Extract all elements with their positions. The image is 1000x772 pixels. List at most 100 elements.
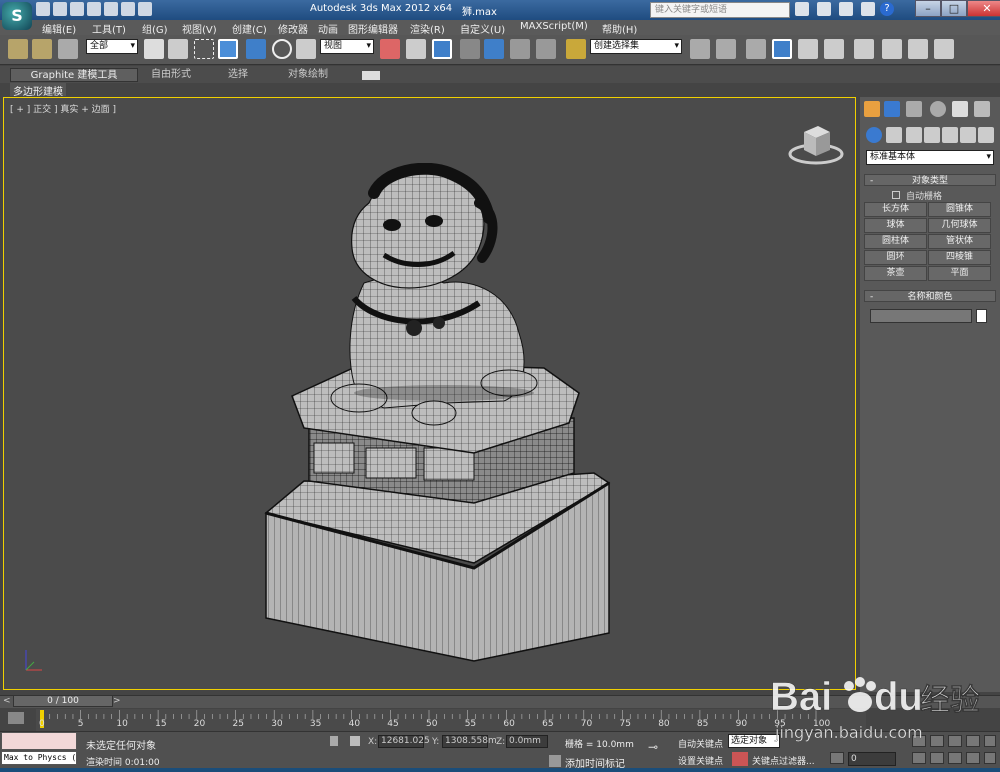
keyboard-shortcut-icon[interactable] bbox=[432, 39, 452, 59]
min-max-toggle-icon[interactable] bbox=[984, 752, 996, 764]
binoculars-icon[interactable] bbox=[795, 2, 809, 16]
link-icon[interactable] bbox=[8, 39, 28, 59]
new-file-icon[interactable] bbox=[36, 2, 50, 16]
viewport-orthographic[interactable]: [ + ] 正交 ] 真实 + 边面 ] bbox=[3, 97, 856, 690]
object-name-field[interactable] bbox=[870, 309, 972, 323]
rect-selection-icon[interactable] bbox=[194, 39, 214, 59]
pan-view-icon[interactable] bbox=[948, 752, 962, 764]
primitive-category-dropdown[interactable]: 标准基本体 bbox=[866, 150, 994, 165]
menu-views[interactable]: 视图(V) bbox=[182, 21, 217, 36]
spacewarps-icon[interactable] bbox=[960, 127, 976, 143]
close-button[interactable]: ✕ bbox=[967, 0, 1000, 17]
tab-object-paint[interactable]: 对象绘制 bbox=[288, 68, 328, 82]
curve-editor-icon[interactable] bbox=[798, 39, 818, 59]
y-coordinate-field[interactable]: 1308.558m bbox=[442, 735, 497, 748]
schematic-view-icon[interactable] bbox=[824, 39, 844, 59]
set-key-button[interactable]: 设置关键点 bbox=[678, 754, 723, 767]
window-crossing-icon[interactable] bbox=[218, 39, 238, 59]
select-by-name-icon[interactable] bbox=[168, 39, 188, 59]
pivot-center-icon[interactable] bbox=[380, 39, 400, 59]
mini-curve-editor-icon[interactable] bbox=[8, 712, 24, 724]
time-slider-next[interactable]: > bbox=[113, 696, 121, 706]
lion-statue-mesh[interactable] bbox=[244, 163, 624, 663]
autogrid-checkbox[interactable] bbox=[892, 191, 900, 199]
bind-spacewarp-icon[interactable] bbox=[58, 39, 78, 59]
key-filter-icon[interactable] bbox=[732, 752, 748, 766]
motion-tab-icon[interactable] bbox=[930, 101, 946, 117]
mirror-icon[interactable] bbox=[690, 39, 710, 59]
tab-graphite-modeling[interactable]: Graphite 建模工具 bbox=[10, 68, 138, 82]
object-type-rollout[interactable]: - 对象类型 bbox=[864, 174, 996, 186]
redo-dropdown-icon[interactable] bbox=[138, 2, 152, 16]
track-bar[interactable]: 0 5 10 15 20 25 30 35 40 45 50 55 60 65 70 75 80 85 90 95 10… bbox=[36, 709, 866, 731]
goto-start-icon[interactable] bbox=[830, 752, 844, 764]
select-object-icon[interactable] bbox=[144, 39, 164, 59]
time-slider-thumb[interactable]: 0 / 100 bbox=[13, 695, 113, 707]
name-color-rollout[interactable]: - 名称和颜色 bbox=[864, 290, 996, 302]
current-frame-field[interactable]: 0 bbox=[848, 752, 896, 766]
app-logo-icon[interactable]: S bbox=[2, 2, 32, 30]
geosphere-button[interactable]: 几何球体 bbox=[928, 218, 991, 233]
menu-rendering[interactable]: 渲染(R) bbox=[410, 21, 445, 36]
render-teapot-icon[interactable] bbox=[934, 39, 954, 59]
angle-snap-icon[interactable] bbox=[484, 39, 504, 59]
maxscript-output[interactable]: Max to Physcs ( bbox=[1, 751, 77, 765]
torus-button[interactable]: 圆环 bbox=[864, 250, 927, 265]
display-tab-icon[interactable] bbox=[952, 101, 968, 117]
time-config-icon[interactable] bbox=[912, 752, 926, 764]
key-filters-button[interactable]: 关键点过滤器... bbox=[752, 754, 815, 767]
maximize-button[interactable]: □ bbox=[941, 0, 967, 17]
geometry-icon[interactable] bbox=[866, 127, 882, 143]
tools-icon[interactable] bbox=[817, 2, 831, 16]
utilities-tab-icon[interactable] bbox=[974, 101, 990, 117]
plane-button[interactable]: 平面 bbox=[928, 266, 991, 281]
menu-help[interactable]: 帮助(H) bbox=[602, 21, 637, 36]
snap-toggle-icon[interactable] bbox=[460, 39, 480, 59]
menu-customize[interactable]: 自定义(U) bbox=[460, 21, 505, 36]
undo-dropdown-icon[interactable] bbox=[104, 2, 118, 16]
percent-snap-icon[interactable] bbox=[510, 39, 530, 59]
time-slider-prev[interactable]: < bbox=[3, 696, 11, 706]
selection-filter-dropdown[interactable]: 全部 bbox=[86, 39, 138, 54]
named-selection-dropdown[interactable]: 创建选择集 bbox=[590, 39, 682, 54]
cone-button[interactable]: 圆锥体 bbox=[928, 202, 991, 217]
teapot-button[interactable]: 茶壶 bbox=[864, 266, 927, 281]
systems-icon[interactable] bbox=[978, 127, 994, 143]
render-setup-icon[interactable] bbox=[882, 39, 902, 59]
select-manipulate-icon[interactable] bbox=[406, 39, 426, 59]
lock-selection-icon[interactable] bbox=[330, 736, 338, 746]
tab-polygon-modeling[interactable]: 多边形建模 bbox=[10, 83, 66, 98]
rendered-frame-icon[interactable] bbox=[908, 39, 928, 59]
modify-tab-icon[interactable] bbox=[884, 101, 900, 117]
redo-icon[interactable] bbox=[121, 2, 135, 16]
menu-tools[interactable]: 工具(T) bbox=[92, 21, 126, 36]
menu-group[interactable]: 组(G) bbox=[142, 21, 168, 36]
z-coordinate-field[interactable]: 0.0mm bbox=[506, 735, 548, 748]
open-file-icon[interactable] bbox=[53, 2, 67, 16]
select-rotate-icon[interactable] bbox=[272, 39, 292, 59]
material-editor-icon[interactable] bbox=[854, 39, 874, 59]
exchange-icon[interactable] bbox=[839, 2, 853, 16]
menu-edit[interactable]: 编辑(E) bbox=[42, 21, 76, 36]
field-of-view-icon[interactable] bbox=[930, 752, 944, 764]
ribbon-toggle-icon[interactable] bbox=[362, 71, 380, 80]
tab-selection[interactable]: 选择 bbox=[228, 68, 248, 82]
hierarchy-tab-icon[interactable] bbox=[906, 101, 922, 117]
save-file-icon[interactable] bbox=[70, 2, 84, 16]
menu-graph-editors[interactable]: 图形编辑器 bbox=[348, 21, 398, 36]
auto-key-button[interactable]: 自动关键点 bbox=[678, 737, 723, 750]
cameras-icon[interactable] bbox=[924, 127, 940, 143]
tube-button[interactable]: 管状体 bbox=[928, 234, 991, 249]
menu-create[interactable]: 创建(C) bbox=[232, 21, 267, 36]
time-tag-icon[interactable] bbox=[549, 755, 561, 767]
tab-freeform[interactable]: 自由形式 bbox=[151, 68, 191, 82]
help-icon[interactable]: ? bbox=[880, 2, 894, 16]
layer-manager-icon[interactable] bbox=[746, 39, 766, 59]
menu-maxscript[interactable]: MAXScript(M) bbox=[520, 21, 588, 32]
menu-modifiers[interactable]: 修改器 bbox=[278, 21, 308, 36]
box-button[interactable]: 长方体 bbox=[864, 202, 927, 217]
align-icon[interactable] bbox=[716, 39, 736, 59]
lights-icon[interactable] bbox=[906, 127, 922, 143]
sphere-button[interactable]: 球体 bbox=[864, 218, 927, 233]
key-icon[interactable]: ⊸ bbox=[648, 740, 668, 754]
